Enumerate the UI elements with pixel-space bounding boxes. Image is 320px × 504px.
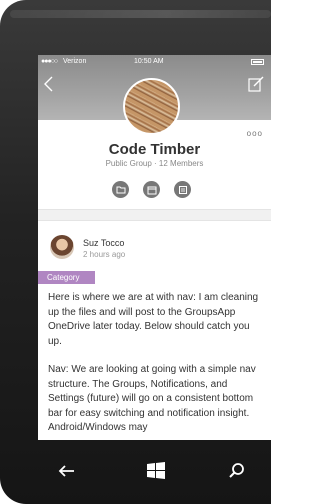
post-timestamp: 2 hours ago bbox=[83, 250, 126, 259]
files-button[interactable] bbox=[112, 181, 129, 198]
category-tag[interactable]: Category bbox=[38, 271, 95, 284]
carrier-label: Verizon bbox=[63, 58, 87, 65]
section-divider bbox=[38, 209, 271, 221]
back-arrow-icon bbox=[44, 76, 53, 92]
phone-nav-bar bbox=[0, 440, 271, 504]
search-button[interactable] bbox=[226, 460, 248, 482]
search-icon bbox=[229, 463, 244, 478]
signal-icon: ●●●○○ bbox=[41, 58, 58, 65]
group-title: Code Timber bbox=[108, 141, 201, 158]
folder-icon bbox=[116, 186, 125, 194]
group-actions bbox=[112, 181, 198, 201]
more-options-button[interactable]: ooo bbox=[247, 129, 263, 138]
clock: 10:50 AM bbox=[134, 58, 164, 65]
edit-button[interactable] bbox=[247, 75, 265, 93]
status-bar: ●●●○○ Verizon 10:50 AM bbox=[38, 55, 271, 69]
back-arrow-icon bbox=[58, 465, 74, 477]
author-avatar[interactable] bbox=[50, 235, 74, 259]
hardware-back-button[interactable] bbox=[56, 460, 78, 482]
calendar-button[interactable] bbox=[143, 181, 160, 198]
app-screen: ●●●○○ Verizon 10:50 AM ooo Code Timber P… bbox=[38, 55, 271, 440]
notebook-button[interactable] bbox=[174, 181, 191, 198]
calendar-icon bbox=[147, 186, 156, 194]
post-paragraph: Here is where we are at with nav: I am c… bbox=[48, 292, 259, 347]
back-button[interactable] bbox=[42, 75, 58, 93]
post-paragraph: Nav: We are looking at going with a simp… bbox=[48, 364, 256, 433]
post-body: Here is where we are at with nav: I am c… bbox=[48, 291, 263, 440]
start-button[interactable] bbox=[145, 460, 167, 482]
battery-icon bbox=[251, 59, 264, 65]
group-avatar bbox=[123, 78, 180, 135]
edit-icon bbox=[248, 76, 264, 92]
phone-frame: ●●●○○ Verizon 10:50 AM ooo Code Timber P… bbox=[0, 0, 271, 504]
group-meta: Public Group · 12 Members bbox=[105, 159, 204, 168]
notebook-icon bbox=[178, 185, 187, 194]
windows-logo-icon bbox=[147, 462, 165, 479]
post-author[interactable]: Suz Tocco bbox=[83, 238, 124, 248]
